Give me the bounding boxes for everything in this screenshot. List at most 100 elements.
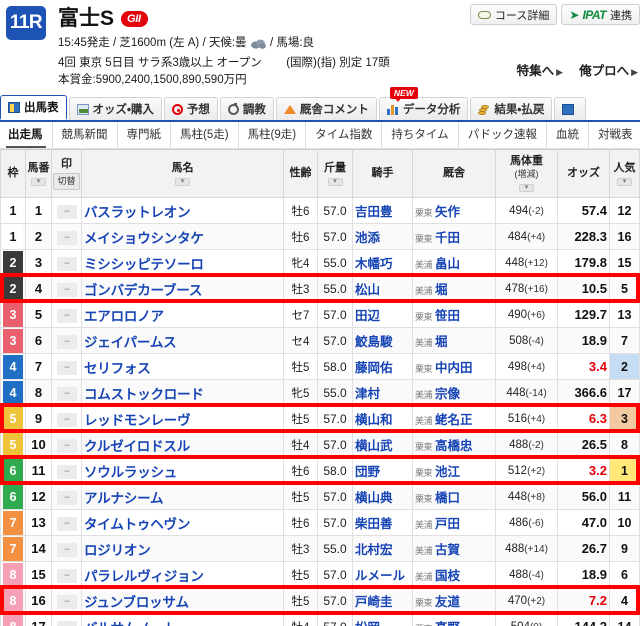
cell-horse-name[interactable]: クルゼイロドスル xyxy=(81,431,284,458)
cell-odds[interactable]: 3.4 xyxy=(557,353,610,380)
table-row[interactable]: 7 13 -- タイムトゥヘヴン 牡6 57.0 柴田善 美浦 戸田 486(-6) 47.0 10 xyxy=(0,509,640,536)
jockey-link[interactable]: 柴田善 xyxy=(355,517,393,531)
cell-jockey[interactable]: 吉田豊 xyxy=(352,197,413,224)
sort-horse-weight-icon[interactable]: ▾ xyxy=(519,184,534,192)
horse-name-link[interactable]: ジュンブロッサム xyxy=(84,595,189,610)
horse-name-link[interactable]: アルナシーム xyxy=(84,491,163,506)
mark-button[interactable]: -- xyxy=(56,204,77,219)
cell-horse-name[interactable]: エアロロノア xyxy=(81,301,284,328)
cell-horse-name[interactable]: ミシシッピテソーロ xyxy=(81,249,284,276)
cell-mark[interactable]: -- xyxy=(51,457,82,484)
cell-mark[interactable]: -- xyxy=(51,327,82,354)
jockey-link[interactable]: 松岡 xyxy=(355,621,380,626)
cell-mark[interactable]: -- xyxy=(51,483,82,510)
table-row[interactable]: 1 1 -- バスラットレオン 牡6 57.0 吉田豊 栗東 矢作 494(-2) 57.4 12 xyxy=(0,197,640,224)
horse-name-link[interactable]: セリフォス xyxy=(84,361,151,376)
horse-name-link[interactable]: パラレルヴィジョン xyxy=(84,569,204,584)
cell-stable[interactable]: 栗東 高橋忠 xyxy=(412,431,496,458)
jockey-link[interactable]: 津村 xyxy=(355,387,380,401)
table-row[interactable]: 6 11 -- ソウルラッシュ 牡6 58.0 団野 栗東 池江 512(+2) 3.2 1 xyxy=(0,457,640,484)
cell-stable[interactable]: 美浦 戸田 xyxy=(412,509,496,536)
jockey-link[interactable]: 田辺 xyxy=(355,309,380,323)
cell-odds[interactable]: 10.5 xyxy=(557,275,610,302)
trainer-link[interactable]: 橋口 xyxy=(435,491,460,505)
cell-mark[interactable]: -- xyxy=(51,405,82,432)
table-row[interactable]: 8 16 -- ジュンブロッサム 牡5 57.0 戸崎圭 栗東 友道 470(+2) 7.2 4 xyxy=(0,587,640,614)
jockey-link[interactable]: 松山 xyxy=(355,283,380,297)
cell-jockey[interactable]: 団野 xyxy=(352,457,413,484)
mark-button[interactable]: -- xyxy=(56,594,77,609)
table-row[interactable]: 1 2 -- メイショウシンタケ 牡6 57.0 池添 栗東 千田 484(+4) 228.3 16 xyxy=(0,223,640,250)
mark-toggle-button[interactable]: 切替 xyxy=(53,172,80,190)
cell-odds[interactable]: 228.3 xyxy=(557,223,610,250)
horse-name-link[interactable]: レッドモンレーヴ xyxy=(84,413,191,428)
horse-name-link[interactable]: タイムトゥヘヴン xyxy=(84,517,190,532)
cell-jockey[interactable]: 柴田善 xyxy=(352,509,413,536)
cell-stable[interactable]: 栗東高野 xyxy=(412,613,496,626)
col-horse-weight[interactable]: 馬体重 (増減) ▾ xyxy=(495,149,558,198)
cell-stable[interactable]: 美浦堀 xyxy=(412,327,496,354)
cell-stable[interactable]: 美浦 古賀 xyxy=(412,535,496,562)
horse-name-link[interactable]: ジェイパームス xyxy=(84,335,177,350)
cell-jockey[interactable]: 戸崎圭 xyxy=(352,587,413,614)
tab-more[interactable] xyxy=(554,97,587,120)
mark-button[interactable]: -- xyxy=(56,412,77,427)
cell-mark[interactable]: -- xyxy=(51,613,82,626)
trainer-link[interactable]: 宗像 xyxy=(435,387,460,401)
cell-odds[interactable]: 18.9 xyxy=(557,561,610,588)
trainer-link[interactable]: 戸田 xyxy=(435,517,460,531)
cell-stable[interactable]: 美浦 蛯名正 xyxy=(412,405,496,432)
horse-name-link[interactable]: ロジリオン xyxy=(84,543,151,558)
jockey-link[interactable]: 鮫島駿 xyxy=(355,335,393,349)
col-umaban[interactable]: 馬番 ▾ xyxy=(25,149,52,198)
trainer-link[interactable]: 友道 xyxy=(435,595,460,609)
tab-result-payout[interactable]: 結果・払戻 xyxy=(470,97,553,120)
trainer-link[interactable]: 堀 xyxy=(435,335,448,349)
sort-umaban-icon[interactable]: ▾ xyxy=(31,177,46,186)
cell-stable[interactable]: 栗東 矢作 xyxy=(412,197,496,224)
cell-odds[interactable]: 366.6 xyxy=(557,379,610,406)
trainer-link[interactable]: 畠山 xyxy=(435,257,460,271)
feature-link[interactable]: 特集へ ▶ xyxy=(517,60,563,79)
cell-horse-name[interactable]: ジェイパームス xyxy=(81,327,284,354)
cell-mark[interactable]: -- xyxy=(51,249,82,276)
table-row[interactable]: 6 12 -- アルナシーム 牡5 57.0 横山典 栗東 橋口 448(+8) 56.0 11 xyxy=(0,483,640,510)
trainer-link[interactable]: 高野 xyxy=(435,621,460,626)
jockey-link[interactable]: 木幡巧 xyxy=(355,257,393,271)
cell-jockey[interactable]: ルメール xyxy=(352,561,413,588)
jockey-link[interactable]: 池添 xyxy=(355,231,380,245)
mark-button[interactable]: -- xyxy=(56,360,77,375)
trainer-link[interactable]: 笹田 xyxy=(435,309,460,323)
mark-button[interactable]: -- xyxy=(56,230,77,245)
cell-odds[interactable]: 3.2 xyxy=(557,457,610,484)
trainer-link[interactable]: 国枝 xyxy=(435,569,460,583)
trainer-link[interactable]: 矢作 xyxy=(435,205,460,219)
cell-jockey[interactable]: 松岡 xyxy=(352,613,413,626)
table-row[interactable]: 2 3 -- ミシシッピテソーロ 牝4 55.0 木幡巧 美浦 畠山 448(+12) 179.8 1… xyxy=(0,249,640,276)
cell-mark[interactable]: -- xyxy=(51,509,82,536)
horse-name-link[interactable]: メイショウシンタケ xyxy=(84,231,204,246)
cell-jockey[interactable]: 横山典 xyxy=(352,483,413,510)
horse-name-link[interactable]: バスラットレオン xyxy=(84,205,191,220)
course-detail-button[interactable]: コース詳細 xyxy=(469,4,558,25)
jockey-link[interactable]: ルメール xyxy=(355,569,405,583)
ipat-link-button[interactable]: ➤ IPAT 連携 xyxy=(561,4,640,25)
trainer-link[interactable]: 高橋忠 xyxy=(435,439,473,453)
table-row[interactable]: 2 4 -- ゴンバデカーブース 牡3 55.0 松山 美浦堀 478(+16) 10.5 5 xyxy=(0,275,640,302)
jockey-link[interactable]: 戸崎圭 xyxy=(355,595,393,609)
trainer-link[interactable]: 中内田 xyxy=(435,361,473,375)
cell-horse-name[interactable]: パラレルヴィジョン xyxy=(81,561,284,588)
subtab-runners[interactable]: 出走馬 xyxy=(0,122,53,148)
cell-stable[interactable]: 栗東 中内田 xyxy=(412,353,496,380)
cell-jockey[interactable]: 横山武 xyxy=(352,431,413,458)
cell-jockey[interactable]: 鮫島駿 xyxy=(352,327,413,354)
tab-data-analysis[interactable]: NEW データ分析 xyxy=(378,87,469,120)
cell-stable[interactable]: 美浦 宗像 xyxy=(412,379,496,406)
tab-entry-list[interactable]: 出馬表 xyxy=(0,95,67,120)
tab-odds-purchase[interactable]: オッズ・購入 xyxy=(68,97,162,120)
horse-name-link[interactable]: エアロロノア xyxy=(84,309,164,324)
jockey-link[interactable]: 横山典 xyxy=(355,491,393,505)
col-horse-name[interactable]: 馬名 ▾ xyxy=(81,149,284,198)
col-popularity[interactable]: 人気 ▾ xyxy=(609,149,640,198)
cell-mark[interactable]: -- xyxy=(51,275,82,302)
